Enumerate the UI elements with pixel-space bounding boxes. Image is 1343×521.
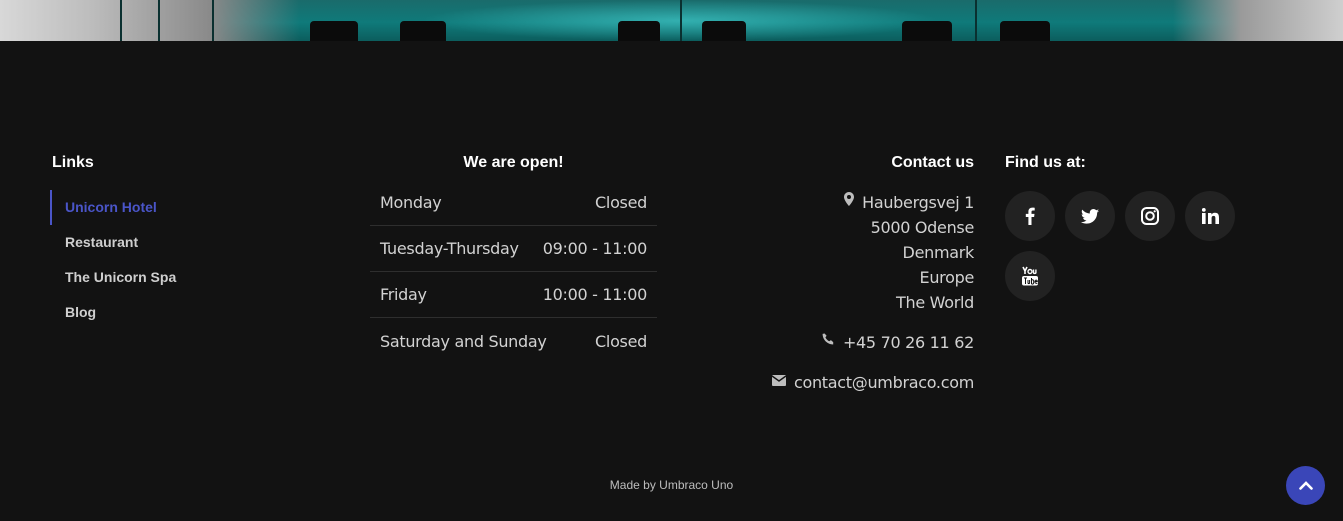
social-title: Find us at: bbox=[1005, 154, 1086, 171]
address-world: The World bbox=[896, 293, 974, 312]
instagram-icon[interactable] bbox=[1125, 191, 1175, 241]
hours-time: 10:00 - 11:00 bbox=[542, 285, 648, 304]
link-restaurant[interactable]: Restaurant bbox=[50, 225, 176, 260]
address-country: Denmark bbox=[902, 243, 975, 262]
hours-day: Tuesday-Thursday bbox=[380, 239, 519, 258]
opening-hours-table: Monday Closed Tuesday-Thursday 09:00 - 1… bbox=[370, 180, 657, 364]
contact-info: Haubergsvej 1 5000 Odense Denmark Europe… bbox=[771, 190, 975, 395]
scroll-to-top-button[interactable] bbox=[1286, 466, 1325, 505]
hours-day: Saturday and Sunday bbox=[380, 331, 547, 351]
hero-pool-image bbox=[0, 0, 1343, 41]
linkedin-icon[interactable] bbox=[1185, 191, 1235, 241]
contact-title: Contact us bbox=[891, 154, 974, 171]
links-title: Links bbox=[52, 154, 94, 171]
social-links bbox=[1005, 191, 1245, 301]
hours-time: Closed bbox=[595, 331, 647, 351]
phone-line: +45 70 26 11 62 bbox=[772, 330, 974, 355]
footer-links: Unicorn Hotel Restaurant The Unicorn Spa… bbox=[50, 190, 176, 330]
phone-link[interactable]: +45 70 26 11 62 bbox=[843, 330, 974, 355]
made-by-credit: Made by Umbraco Uno bbox=[609, 478, 734, 492]
email-link[interactable]: contact@umbraco.com bbox=[794, 370, 974, 395]
link-blog[interactable]: Blog bbox=[50, 295, 176, 330]
email-line: contact@umbraco.com bbox=[771, 370, 974, 395]
hours-row: Tuesday-Thursday 09:00 - 11:00 bbox=[370, 226, 657, 272]
hours-title: We are open! bbox=[463, 154, 564, 171]
hours-day: Friday bbox=[380, 285, 427, 304]
chevron-up-icon bbox=[1298, 477, 1313, 495]
hours-row: Monday Closed bbox=[370, 180, 657, 226]
phone-icon bbox=[822, 330, 835, 355]
twitter-icon[interactable] bbox=[1065, 191, 1115, 241]
hours-time: 09:00 - 11:00 bbox=[542, 239, 648, 258]
facebook-icon[interactable] bbox=[1005, 191, 1055, 241]
hours-row: Friday 10:00 - 11:00 bbox=[370, 272, 657, 318]
hours-day: Monday bbox=[380, 193, 442, 212]
address-line: Haubergsvej 1 bbox=[772, 190, 974, 215]
map-marker-icon bbox=[844, 190, 855, 215]
address-city: 5000 Odense bbox=[870, 218, 975, 237]
hours-row: Saturday and Sunday Closed bbox=[370, 318, 657, 364]
youtube-icon[interactable] bbox=[1005, 251, 1055, 301]
address-region: Europe bbox=[919, 268, 975, 287]
hours-time: Closed bbox=[595, 193, 647, 212]
link-unicorn-spa[interactable]: The Unicorn Spa bbox=[50, 260, 176, 295]
address-street: Haubergsvej 1 bbox=[862, 193, 974, 212]
link-unicorn-hotel[interactable]: Unicorn Hotel bbox=[50, 190, 176, 225]
envelope-icon bbox=[771, 370, 787, 395]
